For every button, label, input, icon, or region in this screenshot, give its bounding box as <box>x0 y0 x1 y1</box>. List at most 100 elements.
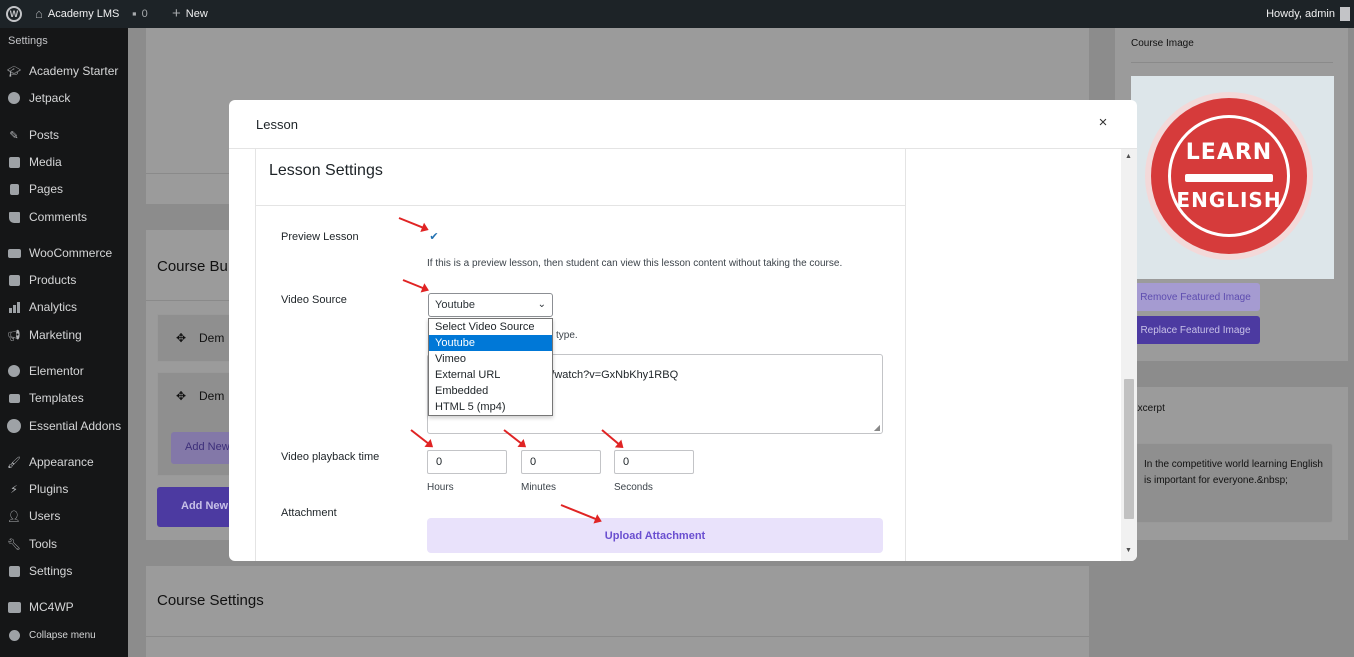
sidebar-item-academy-starter[interactable]: 🎓︎ Academy Starter <box>0 61 128 81</box>
add-new-topic-button[interactable]: Add New <box>157 487 237 527</box>
chevron-down-icon: ⌄ <box>537 299 546 310</box>
sidebar-item-plugins[interactable]: ⚡︎ Plugins <box>0 479 128 499</box>
minutes-label: Minutes <box>521 482 557 493</box>
sidebar-item-essential-addons[interactable]: Essential Addons <box>0 416 128 436</box>
hours-label: Hours <box>427 482 454 493</box>
sidebar-item-woocommerce[interactable]: WooCommerce <box>0 243 128 263</box>
sidebar-item-mc4wp[interactable]: MC4WP <box>0 597 128 617</box>
settings-icon <box>7 564 21 578</box>
comments-link[interactable]: ▪ 0 <box>132 0 148 28</box>
sidebar-item-tools[interactable]: 🔧︎ Tools <box>0 534 128 554</box>
topic-item[interactable]: ✥ Dem <box>157 314 237 362</box>
upload-attachment-button[interactable]: Upload Attachment <box>427 518 883 553</box>
lesson-settings-panel: Lesson Settings Preview Lesson ✔ If this… <box>255 149 906 561</box>
course-settings-heading: Course Settings <box>157 592 264 609</box>
sidebar-item-templates[interactable]: Templates <box>0 388 128 408</box>
scroll-up-icon[interactable]: ▲ <box>1125 153 1132 160</box>
megaphone-icon: 📢︎ <box>7 329 21 342</box>
drag-handle-icon: ✥ <box>176 331 187 345</box>
pages-icon <box>7 182 21 196</box>
resize-handle-icon[interactable]: ◢ <box>874 423 880 432</box>
modal-scrollbar[interactable]: ▲ ▼ <box>1121 149 1137 561</box>
video-source-label: Video Source <box>281 294 347 306</box>
preview-lesson-label: Preview Lesson <box>281 231 359 243</box>
close-icon: × <box>1098 114 1108 131</box>
archive-icon <box>7 273 21 287</box>
sidebar-submenu-label[interactable]: Settings <box>8 35 48 47</box>
topic-item[interactable]: ✥ Dem Add New <box>157 372 237 476</box>
minutes-input[interactable]: 0 <box>521 450 601 474</box>
pencil-icon <box>1185 174 1273 182</box>
drag-handle-icon: ✥ <box>176 389 187 403</box>
comment-icon <box>7 210 21 224</box>
video-source-dropdown: Select Video Source Youtube Vimeo Extern… <box>428 318 553 416</box>
sidebar-item-users[interactable]: 👤︎ Users <box>0 506 128 526</box>
sidebar-item-collapse[interactable]: Collapse menu <box>0 625 128 645</box>
sidebar-item-appearance[interactable]: 🖌︎ Appearance <box>0 452 128 472</box>
avatar <box>1340 7 1350 21</box>
annotation-arrow <box>398 217 428 231</box>
attachment-label: Attachment <box>281 507 337 519</box>
pin-icon: ✎ <box>9 129 19 142</box>
user-icon: 👤︎ <box>7 510 21 523</box>
sidebar-item-settings[interactable]: Settings <box>0 561 128 581</box>
ea-icon <box>7 419 21 433</box>
wrench-icon: 🔧︎ <box>7 538 21 551</box>
video-source-option[interactable]: Select Video Source <box>429 319 552 335</box>
video-source-option[interactable]: Vimeo <box>429 351 552 367</box>
sidebar-item-marketing[interactable]: 📢︎ Marketing <box>0 325 128 345</box>
course-settings-card: Course Settings <box>146 566 1089 657</box>
plug-icon: ⚡︎ <box>10 483 18 496</box>
replace-featured-image-button[interactable]: Replace Featured Image <box>1131 316 1260 344</box>
sidebar-item-analytics[interactable]: Analytics <box>0 297 128 317</box>
lesson-modal: Lesson × Lesson Settings Preview Lesson … <box>229 100 1137 561</box>
bar-chart-icon <box>7 300 21 314</box>
sidebar-item-products[interactable]: Products <box>0 270 128 290</box>
site-name-link[interactable]: ⌂ Academy LMS <box>35 0 119 28</box>
video-source-option[interactable]: HTML 5 (mp4) <box>429 399 552 415</box>
scrollbar-thumb[interactable] <box>1124 379 1134 519</box>
panel-header: Lesson Settings <box>256 149 905 206</box>
close-button[interactable]: × <box>1095 114 1111 132</box>
checkmark-icon: ✔ <box>429 231 439 243</box>
sidebar-item-jetpack[interactable]: Jetpack <box>0 88 128 108</box>
jetpack-icon <box>7 91 21 105</box>
wordpress-icon: W <box>6 6 22 22</box>
comment-icon: ▪ <box>132 6 137 21</box>
home-icon: ⌂ <box>35 6 43 21</box>
hours-input[interactable]: 0 <box>427 450 507 474</box>
playback-time-label: Video playback time <box>281 451 380 463</box>
sidebar-item-posts[interactable]: ✎ Posts <box>0 125 128 145</box>
woo-icon <box>7 246 21 260</box>
media-icon <box>7 155 21 169</box>
video-source-option-selected[interactable]: Youtube <box>429 335 552 351</box>
modal-header: Lesson × <box>229 100 1137 149</box>
plus-icon: + <box>172 5 181 22</box>
preview-lesson-checkbox[interactable]: ✔ <box>428 231 440 243</box>
collapse-icon <box>7 628 21 642</box>
mortarboard-icon: 🎓︎ <box>7 65 21 78</box>
sidebar-item-elementor[interactable]: Elementor <box>0 361 128 381</box>
new-content-link[interactable]: + New <box>172 0 208 28</box>
seconds-input[interactable]: 0 <box>614 450 694 474</box>
excerpt-textarea[interactable]: In the competitive world learning Englis… <box>1135 443 1333 523</box>
seconds-label: Seconds <box>614 482 653 493</box>
add-new-lesson-button[interactable]: Add New <box>171 432 237 464</box>
preview-lesson-hint: If this is a preview lesson, then studen… <box>427 258 843 269</box>
sidebar-item-pages[interactable]: Pages <box>0 179 128 199</box>
sidebar-item-media[interactable]: Media <box>0 152 128 172</box>
featured-image: LEARN ENGLISH <box>1131 76 1334 279</box>
sidebar-item-comments[interactable]: Comments <box>0 207 128 227</box>
mc4wp-icon <box>7 600 21 614</box>
folder-icon <box>7 391 21 405</box>
modal-title: Lesson <box>256 117 298 132</box>
my-account-link[interactable]: Howdy, admin <box>1266 0 1350 28</box>
video-source-option[interactable]: External URL <box>429 367 552 383</box>
admin-bar: W ⌂ Academy LMS ▪ 0 + New Howdy, admin <box>0 0 1354 28</box>
wordpress-logo[interactable]: W <box>6 0 22 28</box>
video-source-option[interactable]: Embedded <box>429 383 552 399</box>
video-source-select[interactable]: Youtube ⌄ <box>428 293 553 317</box>
scroll-down-icon[interactable]: ▼ <box>1125 547 1132 554</box>
remove-featured-image-button[interactable]: Remove Featured Image <box>1131 283 1260 311</box>
course-image-heading: Course Image <box>1131 38 1194 49</box>
